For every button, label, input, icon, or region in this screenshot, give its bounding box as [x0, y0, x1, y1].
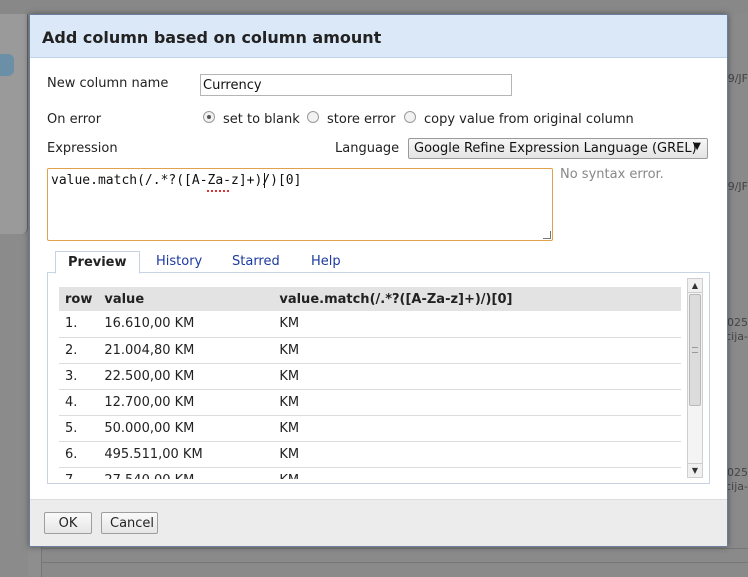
copy-value-label[interactable]: copy value from original column [424, 112, 634, 127]
table-header-row: row value value.match(/.*?([A-Za-z]+)/)[… [59, 287, 681, 311]
scrollbar-thumb[interactable] [689, 294, 701, 406]
row-number: 7. [59, 467, 99, 479]
column-header-row: row [59, 287, 99, 311]
language-label: Language [335, 141, 400, 156]
expression-textarea[interactable]: value.match(/.*?([A-Za-z]+)/)[0] [47, 168, 553, 241]
grip-icon [692, 347, 698, 353]
background-cell-text: cija- [725, 330, 748, 343]
background-divider [42, 562, 748, 563]
preview-scrollbar[interactable]: ▲ ▼ [687, 278, 703, 478]
chevron-down-icon: ▼ [693, 141, 701, 152]
syntax-status: No syntax error. [560, 167, 664, 182]
row-result: KM [273, 441, 681, 468]
language-select-value: Google Refine Expression Language (GREL) [414, 141, 697, 156]
row-number: 1. [59, 311, 99, 338]
row-value: 12.700,00 KM [98, 389, 274, 416]
row-number: 6. [59, 441, 99, 468]
cloud-icon [0, 54, 14, 76]
new-column-label: New column name [47, 76, 169, 91]
background-left-panel [0, 14, 28, 234]
on-error-label: On error [47, 112, 102, 127]
copy-value-radio[interactable] [404, 111, 416, 123]
tab-preview[interactable]: Preview [55, 251, 140, 274]
background-right-edge: 9/JF 9/JF 025 cija- 025 cija- [725, 14, 748, 577]
table-row: 2. 21.004,80 KM KM [59, 337, 681, 364]
table-row: 7. 27.540,00 KM KM [59, 467, 681, 479]
cancel-button[interactable]: Cancel [101, 512, 158, 534]
row-value: 495.511,00 KM [98, 441, 274, 468]
row-value: 27.540,00 KM [98, 467, 274, 479]
row-result: KM [273, 311, 681, 338]
tab-help[interactable]: Help [299, 251, 353, 273]
row-result: KM [273, 337, 681, 364]
row-number: 5. [59, 415, 99, 442]
resize-handle-icon[interactable] [543, 231, 551, 239]
column-header-value: value [98, 287, 274, 311]
table-row: 3. 22.500,00 KM KM [59, 363, 681, 390]
table-row: 4. 12.700,00 KM KM [59, 389, 681, 416]
row-result: KM [273, 467, 681, 479]
row-value: 16.610,00 KM [98, 311, 274, 338]
background-cell-text: 9/JF [727, 72, 748, 85]
table-row: 1. 16.610,00 KM KM [59, 311, 681, 338]
store-error-radio[interactable] [307, 111, 319, 123]
store-error-label[interactable]: store error [327, 112, 396, 127]
row-number: 3. [59, 363, 99, 390]
row-value: 22.500,00 KM [98, 363, 274, 390]
row-number: 2. [59, 337, 99, 364]
preview-table: row value value.match(/.*?([A-Za-z]+)/)[… [59, 287, 681, 479]
spellcheck-underline [207, 189, 229, 192]
background-cell-text: 025 [727, 316, 748, 329]
scroll-down-icon[interactable]: ▼ [688, 463, 702, 477]
row-result: KM [273, 363, 681, 390]
table-row: 5. 50.000,00 KM KM [59, 415, 681, 442]
background-toolbar [0, 0, 748, 14]
background-cell-text: cija- [725, 480, 748, 493]
row-number: 4. [59, 389, 99, 416]
add-column-dialog: Add column based on column amount New co… [29, 14, 728, 547]
language-select[interactable]: Google Refine Expression Language (GREL)… [408, 138, 708, 159]
expression-label: Expression [47, 141, 118, 156]
tab-history[interactable]: History [144, 251, 214, 273]
dialog-header: Add column based on column amount [30, 15, 727, 58]
set-to-blank-radio[interactable] [203, 111, 215, 123]
table-row: 6. 495.511,00 KM KM [59, 441, 681, 468]
ok-button[interactable]: OK [44, 512, 92, 534]
preview-table-container: row value value.match(/.*?([A-Za-z]+)/)[… [59, 287, 681, 479]
dialog-title: Add column based on column amount [42, 28, 382, 47]
new-column-name-input[interactable] [200, 74, 512, 96]
row-value: 50.000,00 KM [98, 415, 274, 442]
row-result: KM [273, 415, 681, 442]
text-caret [264, 173, 265, 188]
set-to-blank-label[interactable]: set to blank [223, 112, 300, 127]
dialog-footer: OK Cancel [30, 499, 727, 546]
column-header-expression: value.match(/.*?([A-Za-z]+)/)[0] [273, 287, 681, 311]
scroll-up-icon[interactable]: ▲ [688, 279, 702, 293]
background-cell-text: 025 [727, 466, 748, 479]
row-result: KM [273, 389, 681, 416]
background-cell-text: 9/JF [727, 180, 748, 193]
row-value: 21.004,80 KM [98, 337, 274, 364]
tab-starred[interactable]: Starred [220, 251, 292, 273]
